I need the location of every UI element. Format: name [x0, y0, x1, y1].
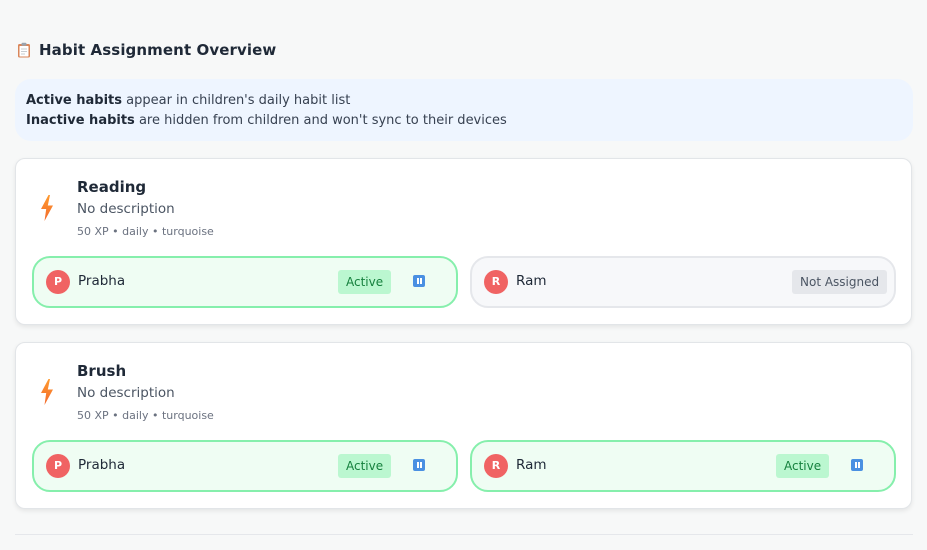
habit-description: No description	[77, 385, 175, 401]
info-banner: Active habits appear in children's daily…	[15, 79, 913, 141]
info-active-label: Active habits	[26, 93, 122, 108]
child-name: Ram	[516, 273, 547, 289]
pause-icon[interactable]	[413, 459, 425, 471]
habit-assignment-page: Habit Assignment Overview Active habits …	[0, 0, 927, 550]
avatar: P	[46, 454, 70, 478]
info-line-active: Active habits appear in children's daily…	[26, 91, 902, 111]
bolt-icon	[41, 379, 53, 405]
avatar: R	[484, 270, 508, 294]
assignment-ram[interactable]: R Ram Not Assigned	[470, 256, 896, 308]
habit-name: Brush	[77, 362, 127, 380]
child-name: Prabha	[78, 273, 126, 289]
page-title: Habit Assignment Overview	[39, 41, 277, 59]
status-badge: Active	[338, 454, 392, 478]
status-badge: Active	[338, 270, 392, 294]
assignment-prabha[interactable]: P Prabha Active	[32, 256, 458, 308]
divider	[15, 534, 913, 535]
status-badge: Active	[776, 454, 830, 478]
habit-card: Reading No description 50 XP • daily • t…	[15, 158, 912, 325]
habit-description: No description	[77, 201, 175, 217]
assignment-ram[interactable]: R Ram Active	[470, 440, 896, 492]
child-name: Ram	[516, 457, 547, 473]
status-badge: Not Assigned	[792, 270, 888, 294]
pause-icon[interactable]	[413, 275, 425, 287]
child-name: Prabha	[78, 457, 126, 473]
info-inactive-label: Inactive habits	[26, 113, 135, 128]
bolt-icon	[41, 195, 53, 221]
assignment-prabha[interactable]: P Prabha Active	[32, 440, 458, 492]
habit-card: Brush No description 50 XP • daily • tur…	[15, 342, 912, 509]
page-header: Habit Assignment Overview	[17, 39, 276, 61]
avatar: P	[46, 270, 70, 294]
info-line-inactive: Inactive habits are hidden from children…	[26, 111, 902, 131]
habit-meta: 50 XP • daily • turquoise	[77, 225, 214, 238]
info-active-text: appear in children's daily habit list	[122, 93, 351, 108]
info-inactive-text: are hidden from children and won't sync …	[134, 113, 507, 128]
clipboard-icon	[18, 42, 30, 58]
pause-icon[interactable]	[851, 459, 863, 471]
habit-name: Reading	[77, 178, 147, 196]
habit-meta: 50 XP • daily • turquoise	[77, 409, 214, 422]
avatar: R	[484, 454, 508, 478]
